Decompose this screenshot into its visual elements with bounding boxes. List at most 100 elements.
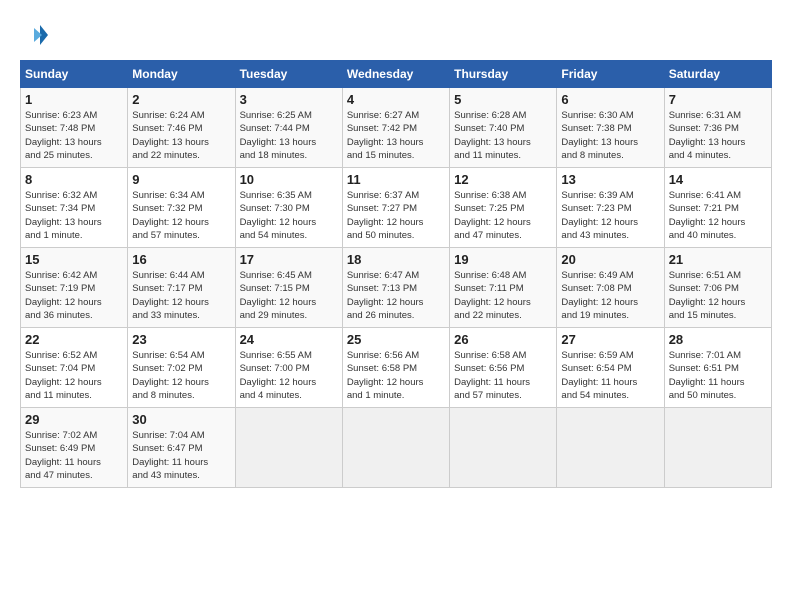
day-number: 7 [669, 92, 767, 107]
day-info: Sunrise: 6:45 AM Sunset: 7:15 PM Dayligh… [240, 269, 338, 322]
weekday-header: Friday [557, 61, 664, 88]
day-info: Sunrise: 6:28 AM Sunset: 7:40 PM Dayligh… [454, 109, 552, 162]
weekday-header: Tuesday [235, 61, 342, 88]
day-number: 4 [347, 92, 445, 107]
day-number: 28 [669, 332, 767, 347]
calendar-cell [557, 408, 664, 488]
day-number: 29 [25, 412, 123, 427]
day-number: 19 [454, 252, 552, 267]
weekday-header-row: SundayMondayTuesdayWednesdayThursdayFrid… [21, 61, 772, 88]
calendar-week-row: 8 Sunrise: 6:32 AM Sunset: 7:34 PM Daylig… [21, 168, 772, 248]
calendar-cell: 14 Sunrise: 6:41 AM Sunset: 7:21 PM Dayli… [664, 168, 771, 248]
day-info: Sunrise: 7:02 AM Sunset: 6:49 PM Dayligh… [25, 429, 123, 482]
calendar-cell: 19 Sunrise: 6:48 AM Sunset: 7:11 PM Dayli… [450, 248, 557, 328]
day-info: Sunrise: 7:01 AM Sunset: 6:51 PM Dayligh… [669, 349, 767, 402]
calendar-cell: 4 Sunrise: 6:27 AM Sunset: 7:42 PM Daylig… [342, 88, 449, 168]
calendar-cell: 17Sunrise: 6:45 AM Sunset: 7:15 PM Dayli… [235, 248, 342, 328]
weekday-header: Sunday [21, 61, 128, 88]
calendar-cell: 25 Sunrise: 6:56 AM Sunset: 6:58 PM Dayli… [342, 328, 449, 408]
calendar-cell: 24 Sunrise: 6:55 AM Sunset: 7:00 PM Dayli… [235, 328, 342, 408]
page-header [20, 20, 772, 50]
day-number: 25 [347, 332, 445, 347]
day-number: 6 [561, 92, 659, 107]
day-number: 18 [347, 252, 445, 267]
day-info: Sunrise: 6:38 AM Sunset: 7:25 PM Dayligh… [454, 189, 552, 242]
day-number: 2 [132, 92, 230, 107]
calendar-week-row: 15 Sunrise: 6:42 AM Sunset: 7:19 PM Dayli… [21, 248, 772, 328]
calendar-cell [664, 408, 771, 488]
day-number: 8 [25, 172, 123, 187]
day-info: Sunrise: 6:55 AM Sunset: 7:00 PM Dayligh… [240, 349, 338, 402]
day-number: 20 [561, 252, 659, 267]
day-number: 23 [132, 332, 230, 347]
calendar-cell: 22 Sunrise: 6:52 AM Sunset: 7:04 PM Dayli… [21, 328, 128, 408]
day-number: 22 [25, 332, 123, 347]
day-info: Sunrise: 6:32 AM Sunset: 7:34 PM Dayligh… [25, 189, 123, 242]
weekday-header: Saturday [664, 61, 771, 88]
day-info: Sunrise: 6:31 AM Sunset: 7:36 PM Dayligh… [669, 109, 767, 162]
day-number: 9 [132, 172, 230, 187]
calendar-cell: 12 Sunrise: 6:38 AM Sunset: 7:25 PM Dayli… [450, 168, 557, 248]
day-info: Sunrise: 6:35 AM Sunset: 7:30 PM Dayligh… [240, 189, 338, 242]
calendar-week-row: 22 Sunrise: 6:52 AM Sunset: 7:04 PM Dayli… [21, 328, 772, 408]
calendar-cell: 10 Sunrise: 6:35 AM Sunset: 7:30 PM Dayli… [235, 168, 342, 248]
calendar-cell: 28 Sunrise: 7:01 AM Sunset: 6:51 PM Dayli… [664, 328, 771, 408]
calendar-cell: 20 Sunrise: 6:49 AM Sunset: 7:08 PM Dayli… [557, 248, 664, 328]
calendar-cell [342, 408, 449, 488]
day-info: Sunrise: 6:30 AM Sunset: 7:38 PM Dayligh… [561, 109, 659, 162]
calendar-cell: 8 Sunrise: 6:32 AM Sunset: 7:34 PM Daylig… [21, 168, 128, 248]
calendar-cell: 21 Sunrise: 6:51 AM Sunset: 7:06 PM Dayli… [664, 248, 771, 328]
day-number: 13 [561, 172, 659, 187]
calendar-cell: 3Sunrise: 6:25 AM Sunset: 7:44 PM Daylig… [235, 88, 342, 168]
calendar-cell: 29 Sunrise: 7:02 AM Sunset: 6:49 PM Dayli… [21, 408, 128, 488]
calendar-week-row: 1 Sunrise: 6:23 AM Sunset: 7:48 PM Daylig… [21, 88, 772, 168]
calendar-cell: 7 Sunrise: 6:31 AM Sunset: 7:36 PM Daylig… [664, 88, 771, 168]
weekday-header: Monday [128, 61, 235, 88]
day-number: 27 [561, 332, 659, 347]
day-info: Sunrise: 6:48 AM Sunset: 7:11 PM Dayligh… [454, 269, 552, 322]
day-number: 14 [669, 172, 767, 187]
day-info: Sunrise: 6:24 AM Sunset: 7:46 PM Dayligh… [132, 109, 230, 162]
day-info: Sunrise: 6:39 AM Sunset: 7:23 PM Dayligh… [561, 189, 659, 242]
calendar-cell: 6 Sunrise: 6:30 AM Sunset: 7:38 PM Daylig… [557, 88, 664, 168]
day-info: Sunrise: 6:47 AM Sunset: 7:13 PM Dayligh… [347, 269, 445, 322]
day-info: Sunrise: 6:25 AM Sunset: 7:44 PM Dayligh… [240, 109, 338, 162]
day-info: Sunrise: 6:49 AM Sunset: 7:08 PM Dayligh… [561, 269, 659, 322]
calendar-cell: 18 Sunrise: 6:47 AM Sunset: 7:13 PM Dayli… [342, 248, 449, 328]
day-info: Sunrise: 7:04 AM Sunset: 6:47 PM Dayligh… [132, 429, 230, 482]
calendar-cell: 27Sunrise: 6:59 AM Sunset: 6:54 PM Dayli… [557, 328, 664, 408]
day-number: 24 [240, 332, 338, 347]
calendar-cell [235, 408, 342, 488]
calendar-cell: 9Sunrise: 6:34 AM Sunset: 7:32 PM Daylig… [128, 168, 235, 248]
day-number: 30 [132, 412, 230, 427]
day-info: Sunrise: 6:41 AM Sunset: 7:21 PM Dayligh… [669, 189, 767, 242]
day-number: 21 [669, 252, 767, 267]
calendar-cell [450, 408, 557, 488]
day-number: 26 [454, 332, 552, 347]
day-number: 12 [454, 172, 552, 187]
logo [20, 20, 54, 50]
calendar-cell: 16 Sunrise: 6:44 AM Sunset: 7:17 PM Dayli… [128, 248, 235, 328]
day-info: Sunrise: 6:27 AM Sunset: 7:42 PM Dayligh… [347, 109, 445, 162]
day-info: Sunrise: 6:52 AM Sunset: 7:04 PM Dayligh… [25, 349, 123, 402]
day-number: 1 [25, 92, 123, 107]
day-number: 11 [347, 172, 445, 187]
day-info: Sunrise: 6:51 AM Sunset: 7:06 PM Dayligh… [669, 269, 767, 322]
calendar-table: SundayMondayTuesdayWednesdayThursdayFrid… [20, 60, 772, 488]
day-number: 10 [240, 172, 338, 187]
calendar-cell: 26 Sunrise: 6:58 AM Sunset: 6:56 PM Dayli… [450, 328, 557, 408]
day-info: Sunrise: 6:58 AM Sunset: 6:56 PM Dayligh… [454, 349, 552, 402]
calendar-cell: 15 Sunrise: 6:42 AM Sunset: 7:19 PM Dayli… [21, 248, 128, 328]
day-number: 16 [132, 252, 230, 267]
calendar-cell: 13 Sunrise: 6:39 AM Sunset: 7:23 PM Dayli… [557, 168, 664, 248]
calendar-cell: 2 Sunrise: 6:24 AM Sunset: 7:46 PM Daylig… [128, 88, 235, 168]
day-number: 15 [25, 252, 123, 267]
day-info: Sunrise: 6:23 AM Sunset: 7:48 PM Dayligh… [25, 109, 123, 162]
day-info: Sunrise: 6:44 AM Sunset: 7:17 PM Dayligh… [132, 269, 230, 322]
calendar-week-row: 29 Sunrise: 7:02 AM Sunset: 6:49 PM Dayli… [21, 408, 772, 488]
calendar-cell: 1 Sunrise: 6:23 AM Sunset: 7:48 PM Daylig… [21, 88, 128, 168]
day-info: Sunrise: 6:54 AM Sunset: 7:02 PM Dayligh… [132, 349, 230, 402]
day-info: Sunrise: 6:42 AM Sunset: 7:19 PM Dayligh… [25, 269, 123, 322]
day-info: Sunrise: 6:56 AM Sunset: 6:58 PM Dayligh… [347, 349, 445, 402]
calendar-cell: 5Sunrise: 6:28 AM Sunset: 7:40 PM Daylig… [450, 88, 557, 168]
